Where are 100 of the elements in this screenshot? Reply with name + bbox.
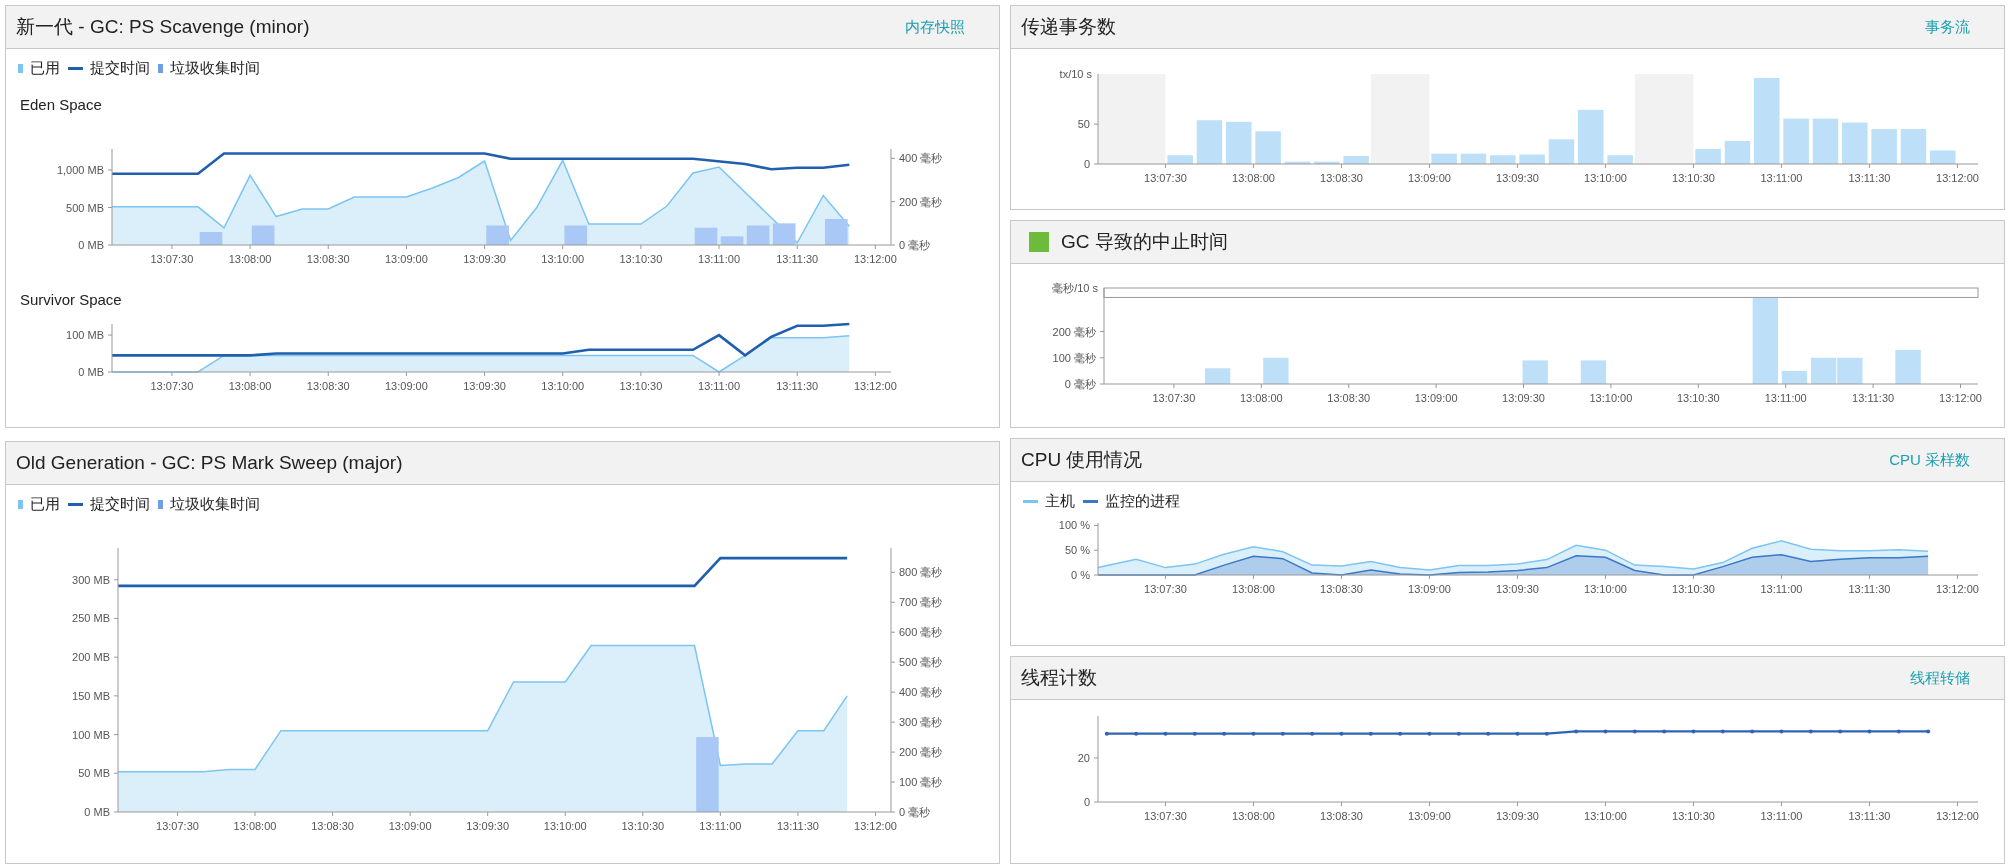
link[interactable]: 内存快照	[905, 17, 965, 37]
legend-label: 提交时间	[90, 495, 150, 514]
axis-label: 500 MB	[66, 201, 104, 214]
axis-label: 13:08:30	[1320, 583, 1363, 595]
axis-label: 13:09:00	[388, 820, 432, 832]
axis-label: 13:09:00	[1414, 392, 1458, 404]
axis-label: 13:11:00	[698, 253, 741, 265]
axis-label: 13:09:00	[385, 380, 428, 392]
axis-label: 0 MB	[78, 366, 104, 378]
axis-label: 13:08:30	[1327, 392, 1371, 404]
axis-label: 13:12:00	[853, 253, 897, 265]
axis-label: 13:11:00	[1760, 583, 1803, 595]
axis-label: 13:12:00	[1936, 583, 1979, 595]
legend-label: 已用	[30, 495, 60, 514]
axis-label: 20	[1077, 751, 1090, 764]
axis-label: 13:11:30	[776, 820, 819, 832]
axis-label: 0 毫秒	[899, 806, 931, 818]
axis-label: 13:12:00	[1936, 810, 1979, 822]
axis-label: 13:10:30	[1676, 392, 1720, 404]
axis-label: 13:09:30	[1496, 583, 1539, 595]
axis-label: 800 毫秒	[899, 566, 943, 579]
axis-label: 13:08:30	[306, 380, 350, 392]
axis-label: 13:09:30	[1496, 172, 1539, 184]
panel-title: 新一代 - GC: PS Scavenge (minor)	[16, 15, 311, 39]
axis-label: 13:11:30	[776, 380, 819, 392]
axis-label: 700 毫秒	[899, 596, 943, 609]
axis-label: 100 MB	[66, 329, 104, 342]
axis-label: 600 毫秒	[899, 626, 943, 639]
axis-label: 0 毫秒	[1064, 378, 1096, 390]
chart-title: Eden Space	[19, 95, 103, 113]
axis-label: 13:10:00	[1584, 172, 1627, 184]
link[interactable]: 线程转储	[1910, 668, 1970, 688]
chart-title: Survivor Space	[19, 290, 123, 308]
axis-label: 100 毫秒	[1052, 351, 1096, 364]
axis-label: 13:10:00	[1584, 810, 1627, 822]
axis-label: 13:07:30	[1144, 172, 1187, 184]
axis-label: 0 MB	[78, 239, 104, 251]
axis-label: 13:08:00	[1239, 392, 1283, 404]
panel-title: CPU 使用情况	[1021, 448, 1144, 472]
axis-label: 50 %	[1064, 544, 1090, 557]
axis-label: 13:07:30	[1144, 583, 1187, 595]
axis-label: 400 毫秒	[899, 686, 943, 699]
link[interactable]: 事务流	[1925, 17, 1970, 37]
axis-label: 13:10:30	[619, 380, 663, 392]
axis-label: 50 MB	[78, 767, 110, 780]
axis-label: 100 MB	[72, 728, 110, 741]
axis-label: 13:07:30	[156, 820, 199, 832]
axis-label: 13:08:00	[1232, 810, 1275, 822]
axis-label: 500 毫秒	[899, 656, 943, 669]
axis-label: 200 毫秒	[1052, 325, 1096, 338]
axis-label: 13:11:00	[1760, 810, 1803, 822]
axis-label: 0 毫秒	[899, 239, 931, 251]
axis-label: 13:09:00	[385, 253, 428, 265]
axis-label: 13:12:00	[853, 380, 897, 392]
panel-title: GC 导致的中止时间	[1061, 230, 1229, 254]
axis-label: 13:11:00	[1764, 392, 1807, 404]
legend-label: 提交时间	[90, 59, 150, 78]
axis-label: 13:11:30	[1852, 392, 1895, 404]
axis-label: 150 MB	[72, 689, 110, 702]
axis-label: 13:09:00	[1408, 810, 1451, 822]
axis-label: 13:10:00	[541, 380, 585, 392]
axis-label: 13:09:30	[1496, 810, 1539, 822]
axis-label: 200 毫秒	[899, 195, 943, 208]
panel-title: Old Generation - GC: PS Mark Sweep (major)	[16, 452, 404, 474]
axis-unit-label: tx/10 s	[1059, 68, 1092, 80]
axis-label: 13:08:30	[1320, 172, 1363, 184]
axis-label: 13:08:30	[1320, 810, 1363, 822]
axis-label: 100 %	[1058, 519, 1090, 532]
axis-label: 13:11:00	[699, 820, 742, 832]
axis-label: 13:08:30	[306, 253, 350, 265]
axis-label: 13:07:30	[1152, 392, 1196, 404]
axis-label: 13:12:00	[1936, 172, 1979, 184]
axis-label: 13:09:00	[1408, 172, 1451, 184]
axis-label: 13:07:30	[1144, 810, 1187, 822]
legend-label: 主机	[1045, 492, 1075, 511]
legend-label: 监控的进程	[1105, 492, 1180, 511]
axis-label: 200 毫秒	[899, 746, 943, 759]
axis-label: 400 毫秒	[899, 152, 943, 165]
axis-label: 13:10:00	[1589, 392, 1633, 404]
panel-title: 传递事务数	[1021, 15, 1117, 39]
axis-label: 13:09:00	[1408, 583, 1451, 595]
axis-label: 13:08:00	[233, 820, 277, 832]
axis-label: 13:09:30	[463, 380, 506, 392]
panel-title: 线程计数	[1021, 666, 1098, 690]
axis-label: 13:08:30	[311, 820, 354, 832]
axis-label: 13:09:30	[466, 820, 510, 832]
axis-label: 13:08:00	[1232, 172, 1275, 184]
axis-label: 13:07:30	[150, 253, 194, 265]
axis-label: 100 毫秒	[899, 776, 943, 789]
axis-label: 13:12:00	[854, 820, 897, 832]
legend-label: 垃圾收集时间	[170, 495, 260, 514]
axis-label: 13:09:30	[463, 253, 506, 265]
link[interactable]: CPU 采样数	[1889, 450, 1970, 470]
axis-label: 13:10:30	[619, 253, 663, 265]
axis-label: 13:11:00	[698, 380, 741, 392]
axis-label: 13:11:30	[1848, 583, 1891, 595]
legend-label: 已用	[30, 59, 60, 78]
axis-label: 250 MB	[72, 612, 110, 625]
axis-label: 0 %	[1071, 569, 1090, 581]
axis-unit-label: 毫秒/10 s	[1052, 282, 1098, 294]
